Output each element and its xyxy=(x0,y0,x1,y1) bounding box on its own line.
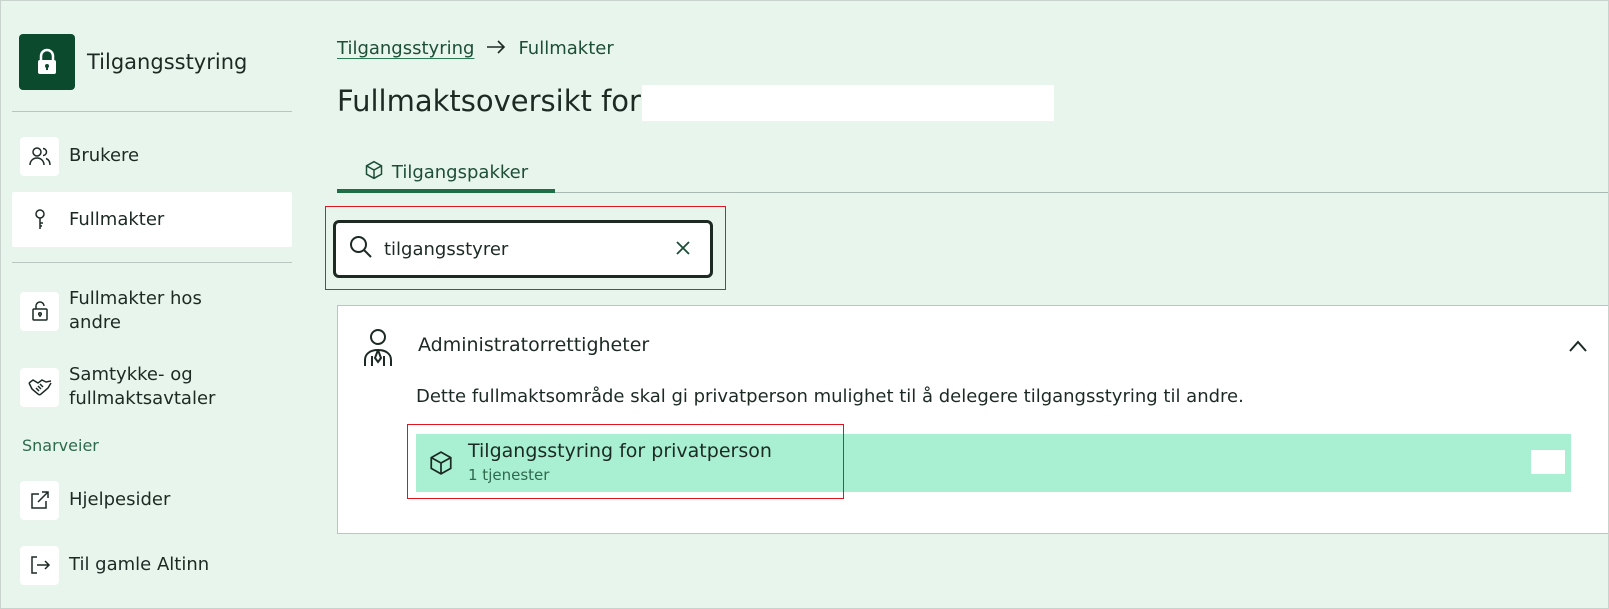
access-area-header[interactable]: Administratorrettigheter xyxy=(338,306,1608,386)
lock-icon xyxy=(19,34,75,90)
redacted-badge xyxy=(1531,450,1565,474)
sidebar-item-label: Fullmakter xyxy=(69,208,165,230)
app-title: Tilgangsstyring xyxy=(87,50,248,74)
admin-person-icon xyxy=(362,328,394,372)
page-title: Fullmaktsoversikt for xyxy=(337,84,641,118)
sidebar-divider xyxy=(12,111,292,112)
arrow-right-icon xyxy=(486,38,506,59)
sidebar-item-label: Til gamle Altinn xyxy=(69,554,210,575)
sidebar-item-label: Samtykke- og fullmaktsavtaler xyxy=(69,364,216,409)
sidebar-divider xyxy=(12,262,292,263)
search-icon xyxy=(348,234,374,264)
sidebar-item-samtykke[interactable]: Samtykke- og fullmaktsavtaler xyxy=(12,360,292,414)
active-tab-indicator xyxy=(337,189,555,193)
package-title: Tilgangsstyring for privatperson xyxy=(468,440,772,462)
sidebar-item-label: Hjelpesider xyxy=(69,489,171,510)
sidebar-item-fullmakter-hos-andre[interactable]: Fullmakter hos andre xyxy=(12,284,292,338)
handshake-icon xyxy=(20,367,59,407)
sidebar-item-fullmakter[interactable]: Fullmakter xyxy=(12,192,292,247)
package-icon xyxy=(364,160,384,184)
package-service-count: 1 tjenester xyxy=(468,466,550,484)
access-area-title: Administratorrettigheter xyxy=(418,334,650,356)
sidebar-item-til-gamle-altinn[interactable]: Til gamle Altinn xyxy=(12,543,292,587)
sidebar-item-label: Brukere xyxy=(69,145,140,166)
access-area-panel: Administratorrettigheter Dette fullmakts… xyxy=(337,305,1609,534)
close-icon[interactable] xyxy=(674,239,692,261)
package-icon xyxy=(428,450,454,480)
logout-icon xyxy=(20,545,59,585)
brand[interactable]: Tilgangsstyring xyxy=(19,34,247,90)
sidebar: Tilgangsstyring Brukere Fullmakter Fullm… xyxy=(0,0,300,609)
breadcrumb-link[interactable]: Tilgangsstyring xyxy=(337,38,474,59)
access-area-description: Dette fullmaktsområde skal gi privatpers… xyxy=(416,386,1244,407)
sidebar-item-hjelpesider[interactable]: Hjelpesider xyxy=(12,478,292,522)
search-input[interactable] xyxy=(384,238,664,260)
tab-tilgangspakker[interactable]: Tilgangspakker xyxy=(337,152,555,192)
tab-label: Tilgangspakker xyxy=(391,161,529,183)
breadcrumb: Tilgangsstyring Fullmakter xyxy=(337,38,614,59)
search-field[interactable] xyxy=(333,220,713,278)
shortcuts-heading: Snarveier xyxy=(22,436,99,455)
sidebar-item-label: Fullmakter hos andre xyxy=(69,288,202,333)
key-icon xyxy=(20,200,59,239)
lock-open-icon xyxy=(20,291,59,331)
redacted-name xyxy=(642,85,1054,121)
external-link-icon xyxy=(20,480,59,520)
chevron-up-icon[interactable] xyxy=(1568,338,1588,357)
breadcrumb-current: Fullmakter xyxy=(518,38,614,59)
package-row[interactable]: Tilgangsstyring for privatperson 1 tjene… xyxy=(416,434,1571,492)
sidebar-item-brukere[interactable]: Brukere xyxy=(12,134,292,178)
users-icon xyxy=(20,136,59,176)
